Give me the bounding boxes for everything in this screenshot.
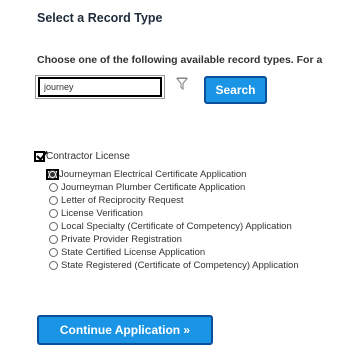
radio-button[interactable] [49,248,58,257]
record-type-option[interactable]: State Certified License Application [49,247,299,258]
page-title: Select a Record Type [37,11,163,25]
record-type-list: Journeyman Electrical Certificate Applic… [46,169,299,273]
radio-button[interactable] [49,209,58,218]
radio-button[interactable] [49,183,58,192]
radio-button[interactable] [49,235,58,244]
record-type-option[interactable]: License Verification [49,208,299,219]
continue-application-button[interactable]: Continue Application » [37,315,213,345]
record-type-label: Letter of Reciprocity Request [61,195,184,206]
record-type-label: State Certified License Application [61,247,206,258]
record-type-label: State Registered (Certificate of Compete… [61,260,299,271]
filter-icon[interactable] [175,77,189,91]
radio-button[interactable] [49,196,58,205]
search-button[interactable]: Search [204,76,267,104]
record-type-label: License Verification [61,208,143,219]
record-type-page: Select a Record Type Choose one of the f… [0,0,352,355]
record-type-option[interactable]: State Registered (Certificate of Compete… [49,260,299,271]
radio-button[interactable] [48,170,57,179]
record-type-option[interactable]: Letter of Reciprocity Request [49,195,299,206]
category-contractor-license: Contractor License [34,150,130,162]
record-type-label: Journeyman Plumber Certificate Applicati… [61,182,246,193]
record-type-option[interactable]: Local Specialty (Certificate of Competen… [49,221,299,232]
checkmark-icon [36,150,48,161]
instruction-text: Choose one of the following available re… [37,54,323,66]
record-type-label: Private Provider Registration [61,234,182,245]
radio-button[interactable] [49,222,58,231]
record-type-label: Local Specialty (Certificate of Competen… [61,221,292,232]
radio-button[interactable] [49,261,58,270]
record-type-option[interactable]: Private Provider Registration [49,234,299,245]
category-checkbox[interactable] [34,150,48,162]
record-type-option[interactable]: Journeyman Plumber Certificate Applicati… [49,182,299,193]
record-type-option[interactable]: Journeyman Electrical Certificate Applic… [46,169,299,180]
category-label: Contractor License [46,151,130,162]
record-type-label: Journeyman Electrical Certificate Applic… [59,169,247,180]
search-input[interactable] [38,77,162,97]
radio-focus-ring [46,169,59,180]
